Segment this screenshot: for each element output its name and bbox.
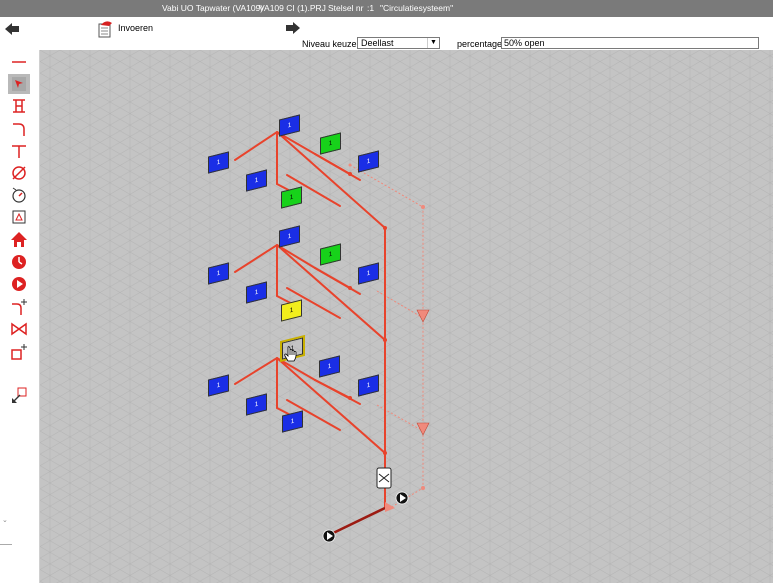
invoeren-button[interactable]: Invoeren [118,23,153,33]
percentage-label: percentage [457,39,503,49]
add-bend-icon[interactable] [8,297,30,317]
niveau-keuze-label: Niveau keuze [302,39,357,49]
chevron-down-icon[interactable]: ▼ [427,38,439,48]
toolbar: Invoeren Niveau keuze Deellast ▼ percent… [0,17,773,50]
valve-dial-icon[interactable] [8,185,30,205]
boiler-unit [376,467,392,489]
diameter-icon[interactable] [8,163,30,183]
select-tool-icon[interactable] [8,74,30,94]
pump-icon[interactable] [8,274,30,294]
forward-arrow-icon[interactable] [285,21,301,35]
export-icon[interactable] [8,385,30,405]
title-bar: Vabi UO Tapwater (VA109) VA109 CI (1).PR… [0,0,773,17]
pipe-line-icon[interactable] [8,52,30,72]
scroll-down-icon[interactable]: ⌄ [2,516,8,524]
pump-icon-main [322,529,336,543]
divider [0,544,12,545]
niveau-keuze-value: Deellast [361,38,394,48]
pump-icon-return [395,491,409,505]
clock-icon[interactable] [8,252,30,272]
niveau-keuze-select[interactable]: Deellast ▼ [357,37,440,49]
add-node-icon[interactable] [8,342,30,362]
stelsel-label: Stelsel nr [328,3,364,13]
back-arrow-icon[interactable] [4,22,20,36]
file-name: VA109 CI (1).PRJ [259,3,326,13]
tee-icon[interactable] [8,141,30,161]
boiler-icon[interactable] [8,207,30,227]
tap-point-icon[interactable] [8,96,30,116]
stelsel-value: :1 [367,3,375,13]
isometric-grid [40,50,773,583]
app-title: Vabi UO Tapwater (VA109) [162,3,264,13]
percentage-input[interactable]: 50% open [501,37,759,49]
invoeren-icon[interactable] [96,20,114,38]
gate-valve-icon[interactable] [8,319,30,339]
cursor-hand-icon [283,346,297,366]
bend-icon[interactable] [8,119,30,139]
stelsel-name: "Circulatiesysteem" [380,3,454,13]
house-icon[interactable] [8,230,30,250]
tool-sidebar: ⌄ [0,50,40,583]
drawing-canvas[interactable]: 111111111111111111 [40,50,773,583]
